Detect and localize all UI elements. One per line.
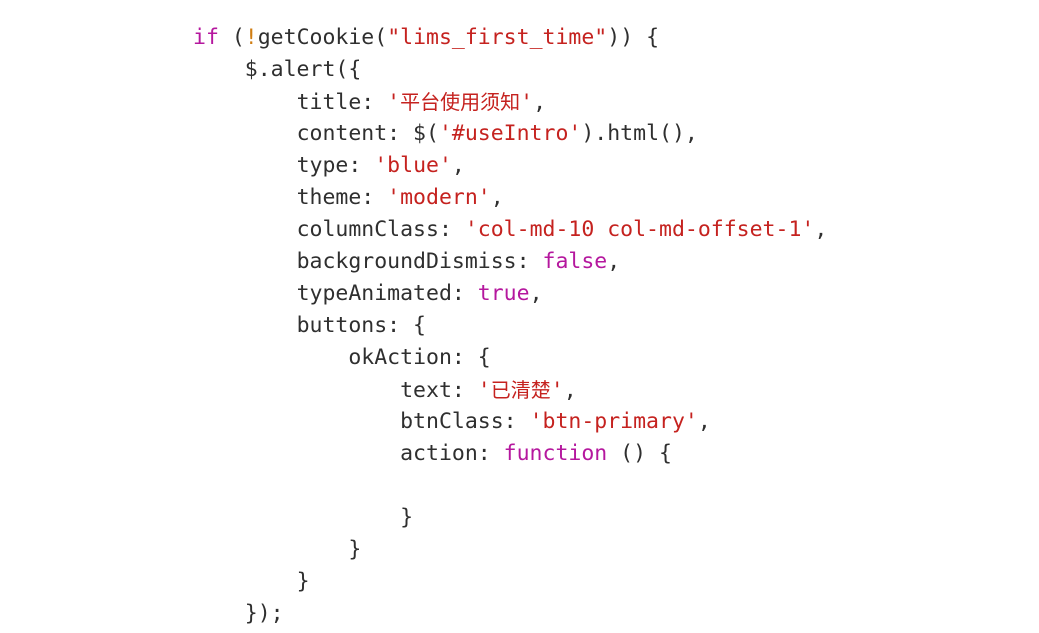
code-token-string: '	[520, 90, 534, 115]
code-token-operator: !	[244, 25, 258, 50]
code-line: $.alert({	[193, 54, 827, 86]
code-token-string: 'btn-primary'	[529, 409, 698, 434]
code-token-plain: () {	[607, 441, 672, 466]
code-token-plain: (	[218, 25, 245, 50]
code-token-plain: ,	[814, 217, 828, 242]
code-line: text: '已清楚',	[193, 374, 827, 406]
code-token-plain: text:	[400, 378, 478, 403]
code-token-keyword: function	[503, 441, 608, 466]
code-line: type: 'blue',	[193, 150, 827, 182]
code-token-plain: buttons: {	[296, 313, 427, 338]
code-token-plain: type:	[296, 153, 375, 178]
code-line: }	[193, 534, 827, 566]
code-token-plain: ,	[529, 281, 543, 306]
code-viewer: if (!getCookie("lims_first_time")) { $.a…	[0, 0, 1039, 633]
code-token-plain: ,	[451, 153, 465, 178]
code-token-plain: okAction: {	[348, 345, 491, 370]
code-line: backgroundDismiss: false,	[193, 246, 827, 278]
code-token-plain: ,	[563, 378, 577, 403]
code-token-string: '	[387, 90, 401, 115]
code-token-plain: ,	[533, 90, 547, 115]
code-token-plain: typeAnimated:	[296, 281, 478, 306]
code-line: }	[193, 566, 827, 598]
code-line: });	[193, 598, 827, 630]
code-block[interactable]: if (!getCookie("lims_first_time")) { $.a…	[193, 22, 827, 630]
code-line: theme: 'modern',	[193, 182, 827, 214]
code-token-plain: action:	[400, 441, 504, 466]
code-line: buttons: {	[193, 310, 827, 342]
code-token-plain: ,	[697, 409, 711, 434]
code-line: columnClass: 'col-md-10 col-md-offset-1'…	[193, 214, 828, 246]
code-token-plain: getCookie(	[257, 25, 388, 50]
code-token-plain: theme:	[296, 185, 388, 210]
code-line: btnClass: 'btn-primary',	[193, 406, 827, 438]
code-line: }	[193, 502, 827, 534]
code-token-keyword: false	[542, 249, 608, 274]
code-line: title: '平台使用须知',	[193, 86, 827, 118]
code-token-string: '	[550, 378, 564, 403]
code-token-plain: $.alert({	[244, 57, 362, 82]
code-line: action: function () {	[193, 438, 827, 470]
code-line: if (!getCookie("lims_first_time")) {	[193, 22, 827, 54]
code-line: content: $('#useIntro').html(),	[193, 118, 827, 150]
code-token-string: 'modern'	[387, 185, 491, 210]
code-token-string: '	[477, 378, 491, 403]
code-token-plain: )) {	[607, 25, 660, 50]
code-token-plain: content: $(	[296, 121, 439, 146]
code-token-cjk: 平台使用须知	[400, 90, 521, 114]
code-token-plain: title:	[296, 90, 388, 115]
code-token-plain: columnClass:	[296, 217, 465, 242]
code-token-plain: ).html(),	[581, 121, 698, 146]
code-token-plain: ,	[490, 185, 504, 210]
code-token-cjk: 已清楚	[490, 378, 551, 402]
code-token-plain: });	[244, 601, 284, 626]
code-token-plain: }	[296, 569, 310, 594]
code-token-plain: backgroundDismiss:	[296, 249, 543, 274]
code-token-keyword: if	[193, 25, 219, 50]
code-token-plain: ,	[607, 249, 621, 274]
code-token-keyword: true	[477, 281, 530, 306]
code-token-string: "lims_first_time"	[387, 25, 608, 50]
code-line: typeAnimated: true,	[193, 278, 827, 310]
code-line: okAction: {	[193, 342, 827, 374]
code-token-string: 'blue'	[374, 153, 452, 178]
code-token-plain: }	[348, 537, 362, 562]
code-line: ​	[193, 470, 827, 502]
code-token-string: 'col-md-10 col-md-offset-1'	[464, 217, 815, 242]
code-token-plain: btnClass:	[400, 409, 530, 434]
code-token-string: '#useIntro'	[438, 121, 582, 146]
code-token-plain: }	[400, 505, 414, 530]
